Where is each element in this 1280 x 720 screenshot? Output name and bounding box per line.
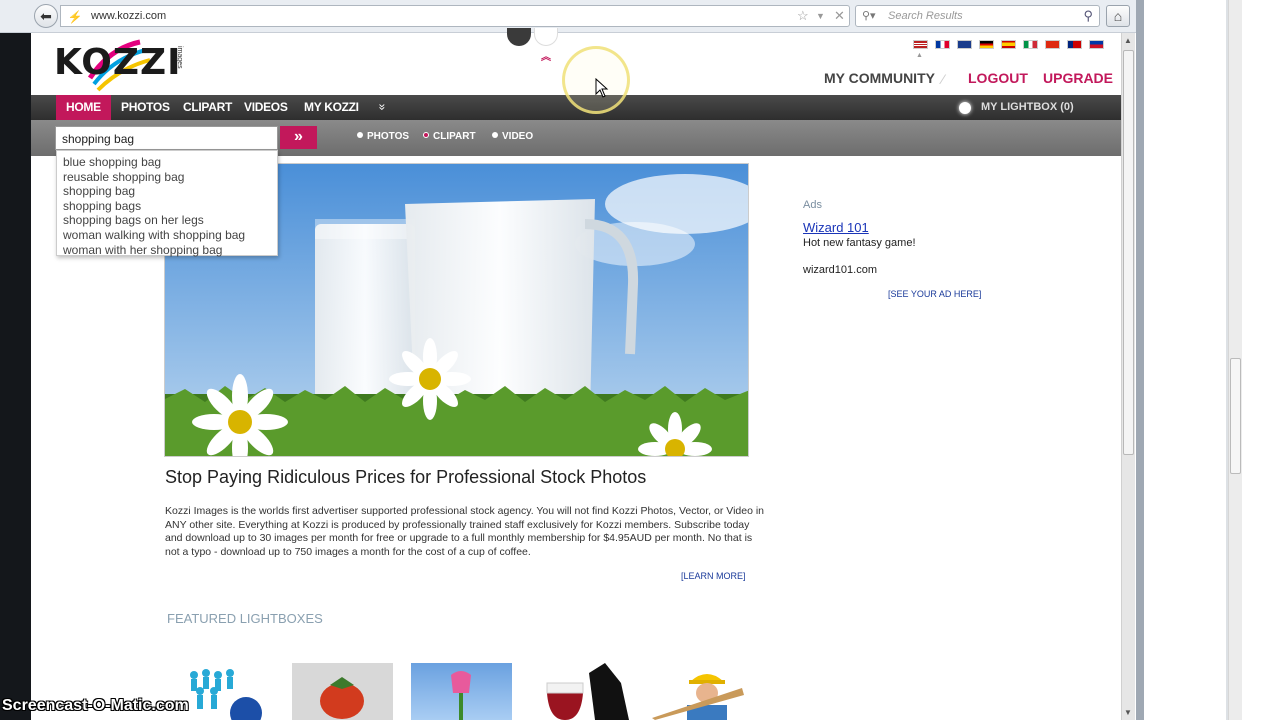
flag-us-icon[interactable] — [913, 40, 928, 49]
featured-lightbox-thumb[interactable] — [292, 663, 393, 720]
nav-videos[interactable]: VIDEOS — [234, 95, 298, 120]
flag-uk-icon[interactable] — [957, 40, 972, 49]
construction-worker-thumb — [652, 674, 744, 720]
logo-subtext: images — [176, 46, 183, 69]
featured-lightbox-thumb[interactable] — [529, 663, 630, 720]
ad-url[interactable]: wizard101.com — [803, 264, 877, 276]
my-lightbox-link[interactable]: MY LIGHTBOX (0) — [959, 95, 1074, 120]
site-favicon-icon: ⚡ — [67, 10, 83, 24]
back-arrow-icon: ⬅ — [40, 8, 52, 24]
autocomplete-item[interactable]: woman with her shopping bag — [63, 243, 271, 258]
nav-photos[interactable]: PHOTOS — [111, 95, 180, 120]
dropdown-icon[interactable]: ▼ — [816, 11, 825, 21]
flag-es-icon[interactable] — [1001, 40, 1016, 49]
flag-ph-icon[interactable] — [1089, 40, 1104, 49]
featured-lightbox-thumb[interactable] — [647, 663, 748, 720]
address-bar[interactable]: ⚡ www.kozzi.com ☆ ▼ ✕ — [60, 5, 850, 27]
ads-label: Ads — [803, 199, 822, 211]
desktop-area — [1144, 0, 1280, 720]
tulip-thumb — [451, 671, 471, 720]
people-network-thumb — [190, 669, 262, 720]
featured-lightbox-thumb[interactable] — [174, 663, 275, 720]
nav-home[interactable]: HOME — [56, 95, 111, 120]
hero-description: Kozzi Images is the worlds first adverti… — [165, 505, 765, 558]
filter-video-radio[interactable]: VIDEO — [492, 131, 533, 142]
page-scrollbar-thumb[interactable] — [1123, 50, 1134, 455]
flag-it-icon[interactable] — [1023, 40, 1038, 49]
back-button[interactable]: ⬅ — [34, 4, 58, 28]
autocomplete-item[interactable]: shopping bags on her legs — [63, 213, 271, 228]
radio-dot-selected-icon — [423, 132, 429, 138]
filter-clipart-label: CLIPART — [433, 131, 476, 142]
site-search-input[interactable]: shopping bag — [55, 126, 278, 150]
radio-dot-icon — [492, 132, 498, 138]
url-text: www.kozzi.com — [91, 10, 167, 22]
wine-glass-thumb — [546, 663, 629, 720]
nav-clipart[interactable]: CLIPART — [173, 95, 242, 120]
browser-search-field[interactable]: ⚲▾ Search Results ⚲ — [855, 5, 1100, 27]
autocomplete-dropdown: blue shopping bag reusable shopping bag … — [56, 150, 278, 258]
learn-more-link[interactable]: [LEARN MORE] — [681, 571, 746, 581]
screencast-watermark: Screencast-O-Matic.com — [2, 697, 189, 714]
slide-indicator-active[interactable] — [507, 28, 531, 46]
language-flags — [913, 40, 1104, 50]
bookmark-star-icon[interactable]: ☆ — [797, 8, 809, 24]
browser-toolbar: ⬅ ⚡ www.kozzi.com ☆ ▼ ✕ ⚲▾ Search Result… — [0, 0, 1142, 33]
upgrade-link[interactable]: UPGRADE — [1043, 70, 1113, 86]
lightbox-icon — [959, 102, 971, 114]
radio-dot-icon — [357, 132, 363, 138]
scroll-down-arrow-icon[interactable]: ▼ — [1121, 706, 1135, 720]
logo-text: KOZZI — [54, 42, 182, 83]
my-community-link[interactable]: MY COMMUNITY — [824, 70, 935, 86]
search-engine-icon[interactable]: ⚲▾ — [862, 9, 876, 22]
flag-tw-icon[interactable] — [1067, 40, 1082, 49]
browser-search-placeholder: Search Results — [888, 10, 963, 22]
logout-link[interactable]: LOGOUT — [968, 70, 1028, 86]
see-your-ad-link[interactable]: [SEE YOUR AD HERE] — [888, 289, 981, 299]
home-icon: ⌂ — [1113, 8, 1123, 24]
filter-photos-radio[interactable]: PHOTOS — [357, 131, 409, 142]
mouse-pointer-icon — [595, 78, 609, 98]
flag-fr-icon[interactable] — [935, 40, 950, 49]
my-lightbox-label: MY LIGHTBOX (0) — [981, 101, 1074, 113]
featured-lightboxes-heading: FEATURED LIGHTBOXES — [167, 611, 323, 626]
search-submit-button[interactable]: » — [280, 126, 317, 149]
hero-title: Stop Paying Ridiculous Prices for Profes… — [165, 467, 647, 487]
left-desktop-strip — [0, 33, 31, 720]
nav-my-kozzi[interactable]: MY KOZZI — [294, 95, 369, 120]
collapse-chevron-icon[interactable]: ︽ — [541, 48, 551, 63]
search-go-icon[interactable]: ⚲ — [1083, 8, 1093, 24]
autocomplete-item[interactable]: woman walking with shopping bag — [63, 228, 271, 243]
autocomplete-item[interactable]: reusable shopping bag — [63, 170, 271, 185]
filter-clipart-radio[interactable]: CLIPART — [423, 131, 476, 142]
stop-icon[interactable]: ✕ — [834, 8, 845, 24]
ad-text: Hot new fantasy game! — [803, 237, 916, 249]
autocomplete-item[interactable]: shopping bag — [63, 184, 271, 199]
slide-indicator[interactable] — [534, 28, 558, 46]
autocomplete-item[interactable]: shopping bags — [63, 199, 271, 214]
flag-cn-icon[interactable] — [1045, 40, 1060, 49]
scroll-up-arrow-icon[interactable]: ▲ — [1121, 34, 1135, 48]
outer-scrollbar-thumb[interactable] — [1230, 358, 1241, 474]
home-button[interactable]: ⌂ — [1106, 5, 1130, 27]
autocomplete-item[interactable]: blue shopping bag — [63, 155, 271, 170]
nav-more-chevron-icon[interactable]: » — [375, 104, 389, 111]
window-border — [1136, 0, 1144, 720]
strawberry-thumb — [292, 663, 393, 720]
flags-caret-icon[interactable]: ▲ — [916, 52, 923, 59]
kozzi-logo[interactable]: KOZZI images — [54, 38, 194, 92]
link-separator: ⁄ — [942, 71, 945, 87]
featured-lightbox-thumb[interactable] — [411, 663, 512, 720]
filter-photos-label: PHOTOS — [367, 131, 410, 142]
filter-video-label: VIDEO — [502, 131, 534, 142]
flag-de-icon[interactable] — [979, 40, 994, 49]
ad-title-link[interactable]: Wizard 101 — [803, 220, 869, 235]
